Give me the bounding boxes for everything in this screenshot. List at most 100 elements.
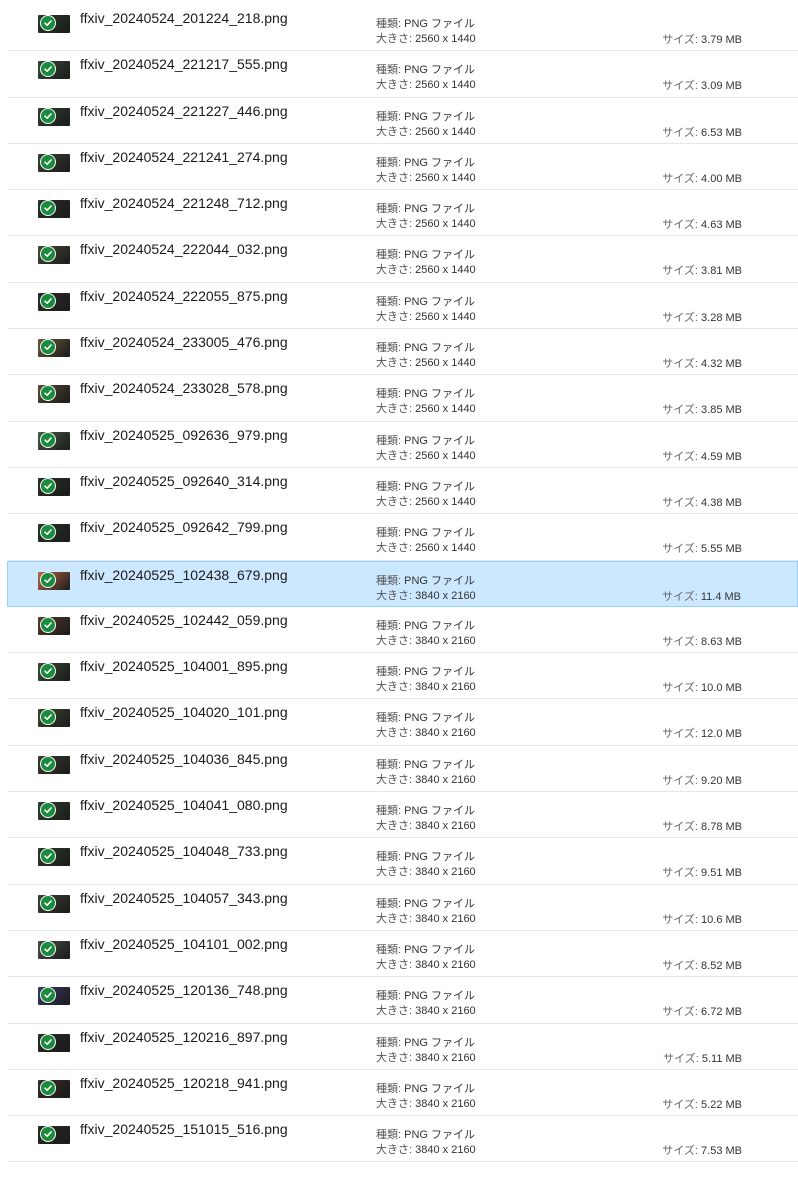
file-dimensions: 大きさ: 2560 x 1440 — [376, 447, 476, 463]
file-name[interactable]: ffxiv_20240524_222055_875.png — [80, 288, 288, 304]
file-size: サイズ: 6.72 MB — [662, 1003, 742, 1019]
file-row[interactable]: ffxiv_20240525_104036_845.png 種類: PNG ファイ… — [8, 746, 798, 793]
file-name[interactable]: ffxiv_20240525_092642_799.png — [80, 519, 288, 535]
file-size-value: 4.00 MB — [701, 172, 742, 185]
file-name[interactable]: ffxiv_20240524_221241_274.png — [80, 149, 288, 165]
file-name[interactable]: ffxiv_20240524_221227_446.png — [80, 103, 288, 119]
file-row[interactable]: ffxiv_20240524_221241_274.png 種類: PNG ファイ… — [8, 144, 798, 191]
file-dimensions-label: 大きさ: — [376, 449, 413, 462]
file-name[interactable]: ffxiv_20240524_201224_218.png — [80, 10, 288, 26]
file-row[interactable]: ffxiv_20240525_104101_002.png 種類: PNG ファイ… — [8, 931, 798, 978]
file-name[interactable]: ffxiv_20240524_233028_578.png — [80, 380, 288, 396]
file-name[interactable]: ffxiv_20240525_104101_002.png — [80, 936, 288, 952]
file-row[interactable]: ffxiv_20240525_092642_799.png 種類: PNG ファイ… — [8, 514, 798, 561]
file-size-value: 3.09 MB — [701, 80, 742, 93]
file-row[interactable]: ffxiv_20240525_104020_101.png 種類: PNG ファイ… — [8, 699, 798, 746]
file-dimensions-value: 3840 x 2160 — [415, 773, 476, 786]
file-name[interactable]: ffxiv_20240525_104036_845.png — [80, 751, 288, 767]
file-type-label: 種類: — [376, 388, 402, 401]
file-row[interactable]: ffxiv_20240525_104057_343.png 種類: PNG ファイ… — [8, 885, 798, 931]
file-dimensions: 大きさ: 3840 x 2160 — [376, 956, 476, 972]
file-row[interactable]: ffxiv_20240525_102438_679.png 種類: PNG ファイ… — [7, 560, 798, 607]
file-name[interactable]: ffxiv_20240525_092640_314.png — [80, 473, 288, 489]
file-size-value: 4.38 MB — [701, 496, 742, 509]
file-name[interactable]: ffxiv_20240525_104041_080.png — [80, 797, 288, 813]
file-name[interactable]: ffxiv_20240525_102438_679.png — [80, 567, 288, 583]
file-name[interactable]: ffxiv_20240525_092636_979.png — [80, 427, 288, 443]
file-size-value: 4.32 MB — [701, 358, 742, 371]
file-name[interactable]: ffxiv_20240525_120136_748.png — [80, 982, 288, 998]
file-row[interactable]: ffxiv_20240524_221217_555.png 種類: PNG ファイ… — [8, 51, 798, 98]
file-row[interactable]: ffxiv_20240524_233005_476.png 種類: PNG ファイ… — [8, 329, 798, 376]
file-dimensions-value: 3840 x 2160 — [415, 634, 476, 647]
file-row[interactable]: ffxiv_20240524_221248_712.png 種類: PNG ファイ… — [8, 190, 798, 237]
file-type-value: PNG ファイル — [404, 203, 476, 216]
file-type-value: PNG ファイル — [404, 388, 476, 401]
file-name[interactable]: ffxiv_20240525_104048_733.png — [80, 843, 288, 859]
file-size-label: サイズ: — [662, 34, 698, 46]
file-type: 種類: PNG ファイル — [376, 987, 475, 1003]
file-name[interactable]: ffxiv_20240525_120218_941.png — [80, 1075, 288, 1091]
file-type: 種類: PNG ファイル — [376, 848, 475, 864]
file-name[interactable]: ffxiv_20240524_221248_712.png — [80, 195, 288, 211]
file-dimensions-value: 3840 x 2160 — [415, 1051, 476, 1064]
file-size-label: サイズ: — [662, 1145, 698, 1158]
file-size: サイズ: 8.52 MB — [662, 957, 742, 973]
file-dimensions-label: 大きさ: — [376, 1051, 413, 1064]
file-size-label: サイズ: — [662, 358, 698, 371]
file-type-value: PNG ファイル — [404, 295, 476, 308]
file-row[interactable]: ffxiv_20240524_221227_446.png 種類: PNG ファイ… — [8, 98, 798, 144]
file-dimensions-label: 大きさ: — [376, 866, 413, 879]
file-row[interactable]: ffxiv_20240525_104048_733.png 種類: PNG ファイ… — [8, 838, 798, 885]
file-row[interactable]: ffxiv_20240525_104041_080.png 種類: PNG ファイ… — [8, 792, 798, 839]
file-size-label: サイズ: — [663, 1052, 699, 1065]
file-size-label: サイズ: — [662, 913, 698, 926]
file-name[interactable]: ffxiv_20240525_104020_101.png — [80, 704, 288, 720]
sync-status-check-icon — [40, 894, 56, 911]
file-dimensions-value: 3840 x 2160 — [415, 1005, 476, 1018]
file-dimensions-value: 2560 x 1440 — [415, 357, 476, 370]
file-size-value: 3.79 MB — [701, 34, 742, 46]
file-dimensions: 大きさ: 3840 x 2160 — [376, 817, 476, 833]
file-size-label: サイズ: — [662, 821, 698, 834]
file-name[interactable]: ffxiv_20240524_233005_476.png — [80, 334, 288, 350]
file-dimensions-value: 2560 x 1440 — [415, 125, 476, 138]
file-name[interactable]: ffxiv_20240525_104057_343.png — [80, 890, 288, 906]
file-dimensions: 大きさ: 3840 x 2160 — [376, 771, 476, 787]
sync-status-check-icon — [40, 802, 56, 819]
file-row[interactable]: ffxiv_20240525_092640_314.png 種類: PNG ファイ… — [8, 468, 798, 515]
file-name[interactable]: ffxiv_20240525_120216_897.png — [80, 1029, 288, 1045]
file-row[interactable]: ffxiv_20240525_120136_748.png 種類: PNG ファイ… — [8, 977, 798, 1024]
file-name[interactable]: ffxiv_20240524_222044_032.png — [80, 241, 288, 257]
file-size: サイズ: 12.0 MB — [662, 725, 742, 741]
file-name[interactable]: ffxiv_20240525_102442_059.png — [80, 612, 288, 628]
file-row[interactable]: ffxiv_20240525_092636_979.png 種類: PNG ファイ… — [8, 422, 798, 468]
file-name[interactable]: ffxiv_20240525_104001_895.png — [80, 658, 288, 674]
file-row[interactable]: ffxiv_20240525_104001_895.png 種類: PNG ファイ… — [8, 653, 798, 700]
file-size: サイズ: 3.85 MB — [662, 401, 742, 417]
file-type-label: 種類: — [376, 990, 402, 1003]
file-dimensions: 大きさ: 3840 x 2160 — [376, 632, 476, 648]
file-row[interactable]: ffxiv_20240525_102442_059.png 種類: PNG ファイ… — [8, 607, 798, 654]
file-size: サイズ: 4.63 MB — [662, 216, 742, 232]
file-row[interactable]: ffxiv_20240525_120216_897.png 種類: PNG ファイ… — [8, 1024, 798, 1070]
file-type-label: 種類: — [376, 666, 402, 679]
file-row[interactable]: ffxiv_20240524_233028_578.png 種類: PNG ファイ… — [8, 375, 798, 422]
file-dimensions: 大きさ: 2560 x 1440 — [376, 308, 476, 324]
file-row[interactable]: ffxiv_20240524_201224_218.png 種類: PNG ファイ… — [8, 5, 798, 52]
file-size-value: 5.11 MB — [701, 1052, 742, 1065]
file-dimensions-label: 大きさ: — [376, 634, 413, 647]
file-size: サイズ: 3.28 MB — [662, 309, 742, 325]
file-dimensions: 大きさ: 2560 x 1440 — [376, 261, 476, 277]
file-size-label: サイズ: — [662, 311, 698, 324]
file-row[interactable]: ffxiv_20240525_120218_941.png 種類: PNG ファイ… — [8, 1070, 798, 1117]
sync-status-check-icon — [40, 1079, 56, 1096]
file-name[interactable]: ffxiv_20240525_151015_516.png — [80, 1121, 288, 1137]
file-row[interactable]: ffxiv_20240525_151015_516.png 種類: PNG ファイ… — [8, 1116, 798, 1163]
file-size: サイズ: 3.79 MB — [662, 31, 742, 47]
file-name[interactable]: ffxiv_20240524_221217_555.png — [80, 56, 288, 72]
file-row[interactable]: ffxiv_20240524_222055_875.png 種類: PNG ファイ… — [8, 283, 798, 330]
file-size: サイズ: 10.6 MB — [662, 911, 742, 927]
file-type: 種類: PNG ファイル — [376, 432, 475, 448]
file-row[interactable]: ffxiv_20240524_222044_032.png 種類: PNG ファイ… — [8, 236, 798, 283]
